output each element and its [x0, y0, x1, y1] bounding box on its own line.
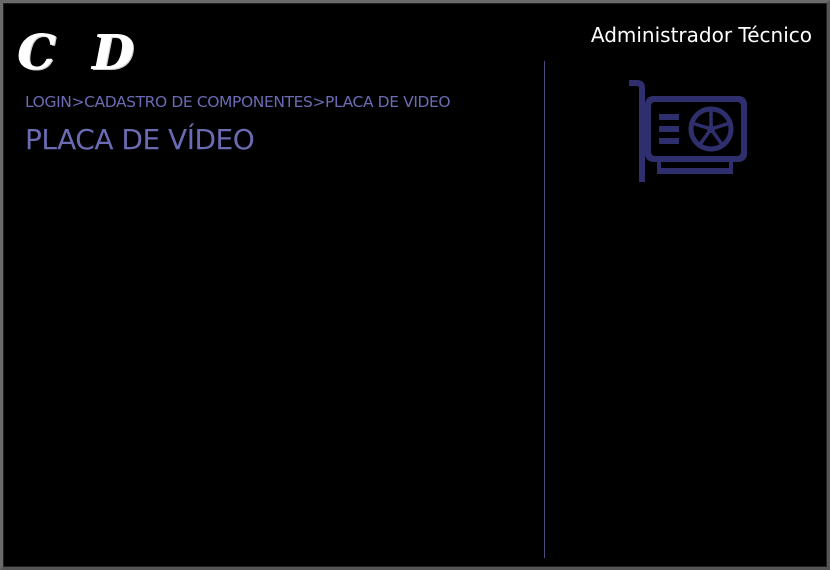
vertical-divider — [544, 61, 545, 558]
breadcrumb: LOGIN>CADASTRO DE COMPONENTES>PLACA DE V… — [25, 92, 451, 112]
breadcrumb-item-current: PLACA DE VIDEO — [325, 93, 451, 111]
app-window: C D Administrador Técnico LOGIN>CADASTRO… — [0, 0, 830, 570]
graphics-card-icon — [627, 74, 751, 182]
user-role-label: Administrador Técnico — [590, 23, 812, 47]
breadcrumb-item-cadastro-componentes[interactable]: CADASTRO DE COMPONENTES — [84, 93, 313, 111]
page-title: PLACA DE VÍDEO — [25, 123, 255, 156]
breadcrumb-item-login[interactable]: LOGIN — [25, 93, 72, 111]
breadcrumb-separator: > — [71, 93, 85, 111]
breadcrumb-separator: > — [312, 93, 326, 111]
logo: C D — [17, 25, 144, 81]
